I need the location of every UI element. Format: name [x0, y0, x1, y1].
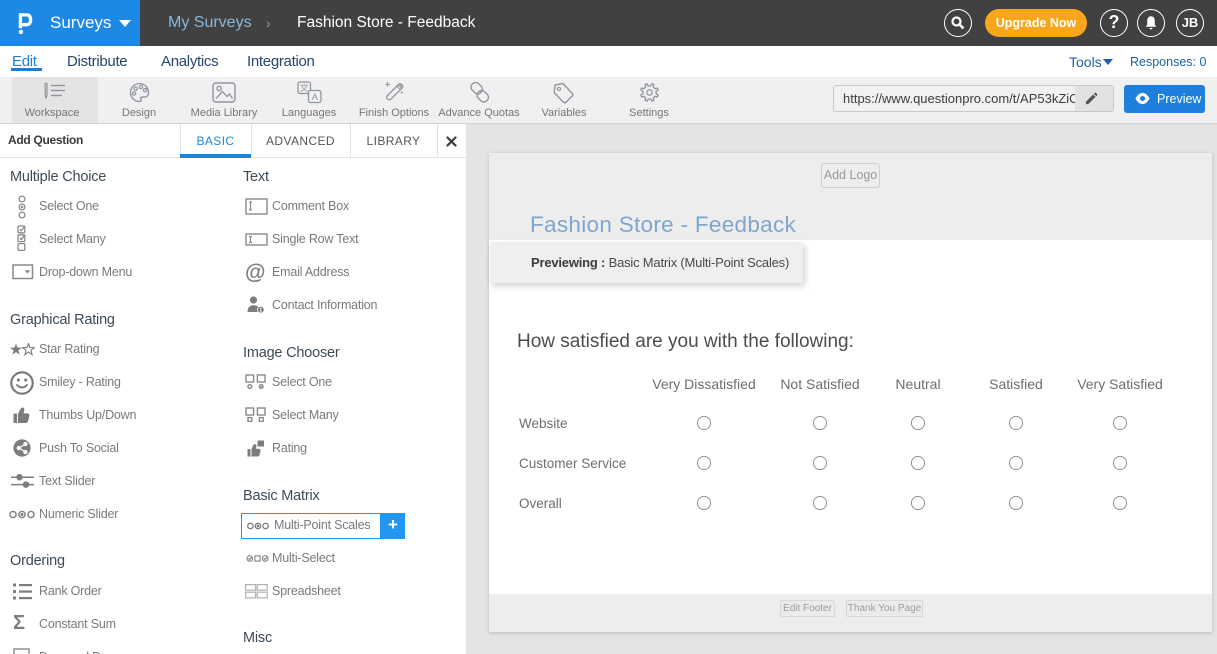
svg-text:A: A: [312, 92, 319, 103]
svg-text:文: 文: [300, 82, 309, 93]
